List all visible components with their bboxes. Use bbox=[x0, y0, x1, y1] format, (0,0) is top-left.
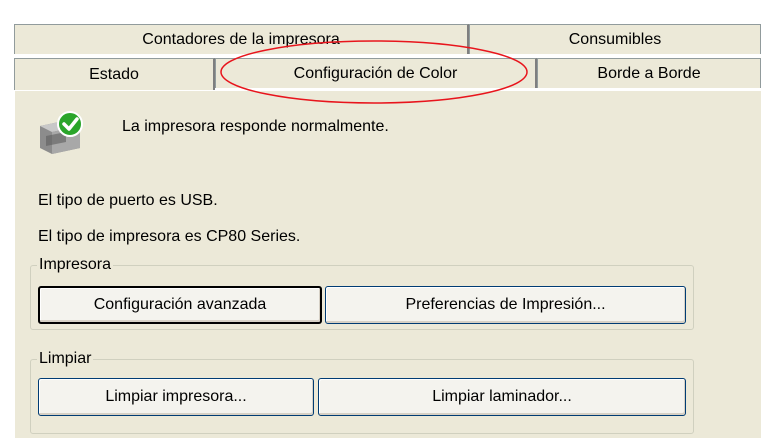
tab-row-back: Contadores de la impresora Consumibles bbox=[14, 24, 761, 54]
tab-status[interactable]: Estado bbox=[14, 58, 215, 91]
tab-consumables[interactable]: Consumibles bbox=[469, 24, 761, 54]
printer-ok-icon bbox=[40, 111, 83, 154]
printer-type-info: El tipo de impresora es CP80 Series. bbox=[38, 228, 301, 245]
tab-status-label: Estado bbox=[89, 66, 139, 83]
tab-printer-counters-label: Contadores de la impresora bbox=[142, 30, 340, 48]
tab-printer-counters[interactable]: Contadores de la impresora bbox=[14, 24, 469, 54]
clean-group-legend: Limpiar bbox=[39, 350, 92, 367]
tab-borderless[interactable]: Borde a Borde bbox=[537, 58, 761, 88]
printer-group-legend: Impresora bbox=[39, 256, 112, 273]
print-preferences-button[interactable]: Preferencias de Impresión... bbox=[325, 286, 686, 324]
tab-row-front: Estado Configuración de Color Borde a Bo… bbox=[14, 58, 761, 91]
port-info: El tipo de puerto es USB. bbox=[38, 192, 218, 209]
tab-color-config-label: Configuración de Color bbox=[293, 64, 458, 82]
tab-consumables-label: Consumibles bbox=[568, 30, 662, 48]
clean-printer-button[interactable]: Limpiar impresora... bbox=[38, 378, 314, 416]
printer-properties-dialog: Contadores de la impresora Consumibles E… bbox=[0, 0, 761, 438]
status-message: La impresora responde normalmente. bbox=[122, 118, 389, 135]
advanced-config-button[interactable]: Configuración avanzada bbox=[38, 286, 322, 324]
tab-borderless-label: Borde a Borde bbox=[597, 64, 701, 82]
tab-color-config[interactable]: Configuración de Color bbox=[215, 58, 537, 88]
clean-laminator-button[interactable]: Limpiar laminador... bbox=[318, 378, 686, 416]
